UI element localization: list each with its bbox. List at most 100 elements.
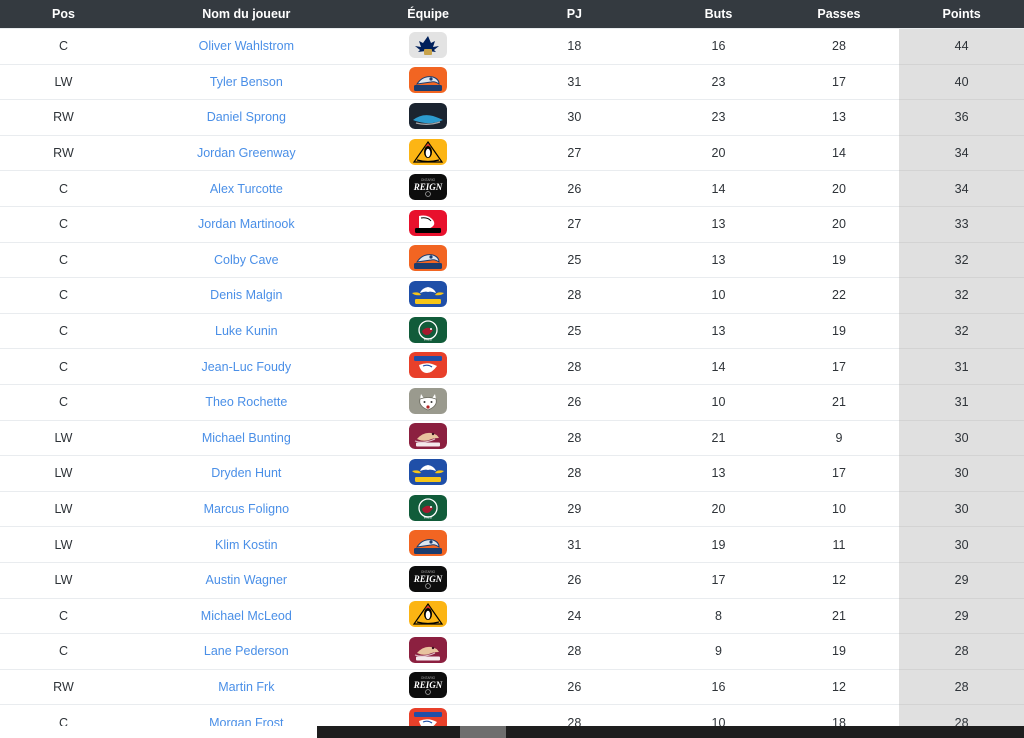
player-name-link[interactable]: Martin Frk [218,680,274,694]
team-logo-icon[interactable] [409,245,448,272]
cell-pos: RW [0,99,127,136]
table-row[interactable]: C Colby Cave 25 13 19 32 [0,242,1024,279]
team-logo-icon[interactable] [409,352,448,379]
table-row[interactable]: RW Martin Frk REIGN ONTARIO 26 16 12 28 [0,669,1024,706]
team-logo-icon[interactable] [409,530,448,557]
column-header-pos[interactable]: Pos [0,0,127,29]
table-row[interactable]: LW Klim Kostin 31 19 11 30 [0,526,1024,563]
column-header-team[interactable]: Équipe [366,0,491,29]
table-row[interactable]: RW Daniel Sprong 30 23 13 36 [0,99,1024,136]
cell-games-played: 27 [490,135,659,172]
cell-team: REIGN ONTARIO [365,669,491,706]
scrollbar-thumb[interactable] [460,726,506,738]
team-logo-icon[interactable]: REIGN ONTARIO [409,672,448,699]
player-name-link[interactable]: Jean-Luc Foudy [201,360,291,374]
player-stats-table: Pos Nom du joueur Équipe PJ Buts Passes … [0,0,1024,738]
svg-text:ONTARIO: ONTARIO [421,570,436,574]
cell-assists: 10 [778,491,900,528]
table-row[interactable]: C Luke Kunin WILD 25 13 19 32 [0,313,1024,350]
cell-pos: RW [0,135,127,172]
column-header-gp[interactable]: PJ [490,0,658,29]
team-logo-icon[interactable] [409,280,448,307]
table-row[interactable]: C Jean-Luc Foudy 28 14 17 31 [0,348,1024,385]
cell-games-played: 30 [490,99,659,136]
column-header-points[interactable]: Points [899,0,1024,29]
team-logo-icon[interactable]: WILD [409,316,448,343]
cell-goals: 16 [658,669,779,706]
table-row[interactable]: RW Jordan Greenway 27 20 14 34 [0,135,1024,172]
player-name-link[interactable]: Luke Kunin [215,324,278,338]
column-header-goals[interactable]: Buts [658,0,778,29]
player-name-link[interactable]: Dryden Hunt [211,466,281,480]
cell-name: Daniel Sprong [126,99,366,136]
player-name-link[interactable]: Daniel Sprong [207,110,286,124]
table-row[interactable]: LW Tyler Benson 31 23 17 40 [0,64,1024,101]
team-logo-icon[interactable]: REIGN ONTARIO [409,174,448,201]
player-stats-page: Pos Nom du joueur Équipe PJ Buts Passes … [0,0,1024,738]
player-name-link[interactable]: Alex Turcotte [210,182,283,196]
cell-team [365,420,491,457]
player-name-link[interactable]: Marcus Foligno [204,502,289,516]
table-row[interactable]: C Denis Malgin 28 10 22 32 [0,277,1024,314]
player-name-link[interactable]: Denis Malgin [210,288,282,302]
cell-pos: LW [0,420,127,457]
cell-pos: C [0,598,127,635]
team-logo-icon[interactable] [409,102,448,129]
team-logo-icon[interactable] [409,67,448,94]
player-name-link[interactable]: Jordan Greenway [197,146,296,160]
team-logo-icon[interactable] [409,209,448,236]
team-logo-icon[interactable]: WILD [409,494,448,521]
team-logo-icon[interactable] [409,601,448,628]
table-row[interactable]: LW Michael Bunting 28 21 9 30 [0,420,1024,457]
cell-points: 28 [899,633,1024,670]
column-header-assists[interactable]: Passes [779,0,899,29]
team-logo-icon[interactable] [409,387,448,414]
team-logo-icon[interactable]: REIGN ONTARIO [409,565,448,592]
cell-name: Michael Bunting [126,420,366,457]
team-logo-icon[interactable] [409,31,448,58]
cell-points: 30 [899,526,1024,563]
table-row[interactable]: LW Marcus Foligno WILD 29 20 10 30 [0,491,1024,528]
svg-text:WILD: WILD [424,337,433,341]
horizontal-scrollbar[interactable] [317,726,1024,738]
team-logo-icon[interactable] [409,423,448,450]
cell-team [365,64,491,101]
team-logo-icon[interactable] [409,458,448,485]
player-name-link[interactable]: Austin Wagner [206,573,288,587]
team-logo-icon[interactable] [409,138,448,165]
cell-name: Martin Frk [126,669,366,706]
cell-pos: LW [0,562,127,599]
table-row[interactable]: LW Dryden Hunt 28 13 17 30 [0,455,1024,492]
player-name-link[interactable]: Jordan Martinook [198,217,295,231]
player-name-link[interactable]: Klim Kostin [215,538,278,552]
column-header-name[interactable]: Nom du joueur [127,0,366,29]
player-name-link[interactable]: Michael Bunting [202,431,291,445]
table-row[interactable]: C Michael McLeod 24 8 21 29 [0,598,1024,635]
cell-goals: 13 [658,455,779,492]
cell-assists: 14 [778,135,900,172]
svg-text:ONTARIO: ONTARIO [421,676,436,680]
table-row[interactable]: LW Austin Wagner REIGN ONTARIO 26 17 12 … [0,562,1024,599]
cell-name: Michael McLeod [126,598,366,635]
table-row[interactable]: C Oliver Wahlstrom 18 16 28 44 [0,28,1024,65]
cell-assists: 17 [778,455,900,492]
table-row[interactable]: C Alex Turcotte REIGN ONTARIO 26 14 20 3… [0,170,1024,207]
cell-team: WILD [365,313,491,350]
cell-points: 40 [899,64,1024,101]
cell-goals: 13 [658,313,779,350]
player-name-link[interactable]: Oliver Wahlstrom [199,39,294,53]
table-row[interactable]: C Lane Pederson 28 9 19 28 [0,633,1024,670]
table-row[interactable]: C Jordan Martinook 27 13 20 33 [0,206,1024,243]
player-name-link[interactable]: Colby Cave [214,253,279,267]
player-name-link[interactable]: Theo Rochette [205,395,287,409]
cell-pos: C [0,28,127,65]
player-name-link[interactable]: Tyler Benson [210,75,283,89]
cell-games-played: 29 [490,491,659,528]
player-name-link[interactable]: Lane Pederson [204,644,289,658]
player-name-link[interactable]: Michael McLeod [201,609,292,623]
cell-name: Lane Pederson [126,633,366,670]
cell-games-played: 26 [490,170,659,207]
team-logo-icon[interactable] [409,636,448,663]
table-row[interactable]: C Theo Rochette 26 10 21 31 [0,384,1024,421]
cell-team [365,206,491,243]
